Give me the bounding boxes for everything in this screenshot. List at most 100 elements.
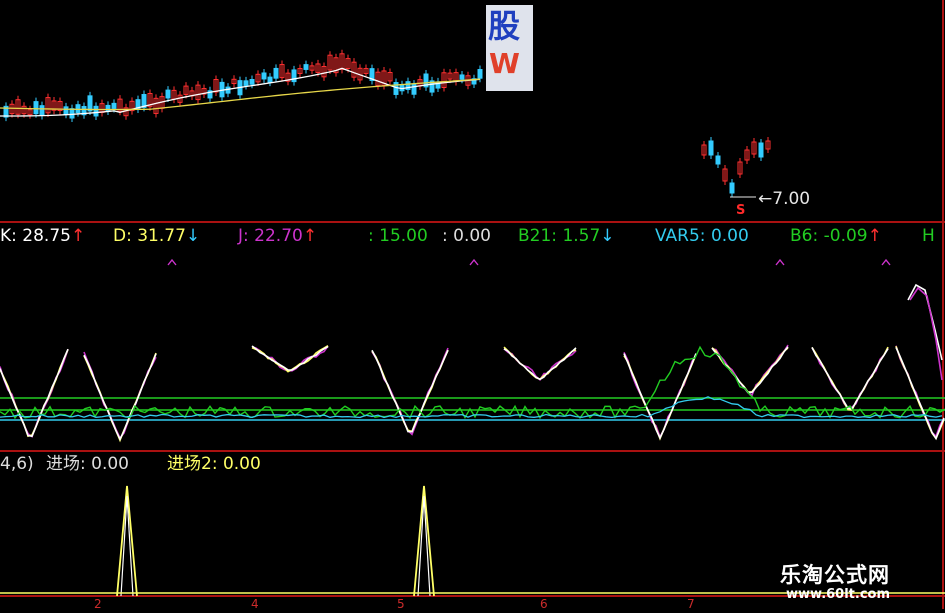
kdj-j-label: J: xyxy=(238,226,249,246)
entry1-label: 进场: xyxy=(46,454,86,474)
watermark-title: 乐淘公式网 xyxy=(780,563,890,587)
kdj-m2-value: 0.00 xyxy=(453,226,491,246)
k-line xyxy=(895,347,945,441)
k-line xyxy=(0,348,69,438)
kdj-b21: B21: 1.57↓ xyxy=(518,226,615,246)
chart-stage: 股 W ←7.00 S K: K: 28.75↑ D: 31.77↓ J: 22… xyxy=(0,0,945,611)
kdj-m2-label: : xyxy=(442,226,448,246)
candle-body xyxy=(291,69,297,83)
arrow-left-icon: ← xyxy=(758,189,773,209)
k-line xyxy=(811,347,889,410)
kdj-var5-label: VAR5: xyxy=(655,226,706,246)
green-line xyxy=(0,345,945,420)
j-line xyxy=(503,348,577,381)
cyan-line xyxy=(0,396,943,419)
candle-body xyxy=(273,67,279,79)
d-line xyxy=(811,346,889,411)
kdj-b6-label: B6: xyxy=(790,226,819,246)
kdj-m1-label: : xyxy=(368,226,374,246)
d-line xyxy=(503,346,577,381)
entry2-value: 0.00 xyxy=(222,454,261,474)
arrow-down-icon: ↓ xyxy=(600,226,615,246)
candle-body xyxy=(63,106,69,115)
kdj-var5-value: 0.00 xyxy=(710,226,749,246)
price-marker-value: 7.00 xyxy=(772,189,811,209)
candle-body xyxy=(729,182,735,194)
candle-body xyxy=(39,105,45,117)
kdj-b21-value: 1.57 xyxy=(562,226,601,246)
entry1: 进场: 0.00 xyxy=(46,454,129,474)
arrow-up-icon: ↑ xyxy=(302,226,318,246)
price-marker-label: ←7.00 xyxy=(758,189,810,209)
d-line xyxy=(623,354,697,441)
candle-body xyxy=(111,102,117,109)
entry1-value: 0.00 xyxy=(91,454,129,474)
d-line xyxy=(711,347,789,393)
entry-spike xyxy=(120,495,134,597)
watermark-url: www.60lt.com xyxy=(786,587,891,602)
candle-body xyxy=(411,83,417,95)
k-line xyxy=(503,347,577,381)
peak-marker xyxy=(775,258,785,266)
candle-body xyxy=(249,78,255,85)
kdj-j-value: 22.70 xyxy=(254,226,303,246)
j-line xyxy=(711,344,789,397)
kdj-var5: VAR5: 0.00 xyxy=(655,226,749,246)
d-line xyxy=(251,345,329,373)
peak-marker xyxy=(167,258,177,266)
candle-body xyxy=(459,74,465,80)
logo-char: 股 xyxy=(488,7,521,45)
entry2-label: 进场2: xyxy=(167,454,218,474)
kdj-b21-label: B21: xyxy=(518,226,558,246)
candle-body xyxy=(708,140,714,156)
j-line xyxy=(251,345,329,372)
k-line xyxy=(623,353,697,440)
kdj-m1: : 15.00 xyxy=(368,226,428,246)
logo-letter: W xyxy=(489,47,520,80)
arrow-up-icon: ↑ xyxy=(867,226,882,246)
candle-body xyxy=(69,108,75,119)
entry-spike xyxy=(417,495,431,597)
entry-params: 4,6) xyxy=(0,454,34,474)
logo: 股 W xyxy=(486,5,533,91)
candle-body xyxy=(261,72,267,80)
candle-body xyxy=(87,95,93,112)
peak-marker xyxy=(881,258,891,266)
kdj-m2: : 0.00 xyxy=(442,226,491,246)
sell-signal: S xyxy=(736,203,746,218)
arrow-down-icon: ↓ xyxy=(185,226,201,246)
j-line xyxy=(623,351,697,439)
candle-body xyxy=(477,69,483,79)
candle-body xyxy=(303,64,309,70)
kdj-k-value: 28.75 xyxy=(22,226,71,246)
candle-body xyxy=(33,101,39,115)
arrow-up-icon: ↑ xyxy=(70,226,86,246)
j-line xyxy=(83,351,157,440)
kdj-b6-value: -0.09 xyxy=(823,226,868,246)
j-line xyxy=(909,286,943,381)
candle-body xyxy=(715,155,721,165)
entry2: 进场2: 0.00 xyxy=(167,454,261,474)
kdj-m1-value: 15.00 xyxy=(379,226,428,246)
d-line xyxy=(371,349,449,433)
candle-body xyxy=(758,142,764,158)
kdj-b6: B6: -0.09↑ xyxy=(790,226,882,246)
j-line xyxy=(811,347,889,410)
d-line xyxy=(83,352,157,443)
k-line xyxy=(251,345,329,371)
candle-body xyxy=(243,80,249,86)
k-line xyxy=(711,346,789,394)
k-line xyxy=(83,353,157,442)
kdj-k-label-cut: K: xyxy=(0,226,17,246)
j-line xyxy=(895,345,945,438)
kdj-d-value: 31.77 xyxy=(137,226,186,246)
kdj-d-label: D: xyxy=(113,226,132,246)
d-line xyxy=(895,345,945,440)
candle-body xyxy=(93,105,99,117)
kdj-k: K: K: 28.75↑ xyxy=(0,226,85,246)
candle-body xyxy=(165,89,171,99)
kdj-d: D: 31.77↓ xyxy=(113,226,200,246)
peak-marker xyxy=(469,258,479,266)
j-line xyxy=(371,347,449,436)
kdj-j: J: 22.70↑ xyxy=(238,226,317,246)
